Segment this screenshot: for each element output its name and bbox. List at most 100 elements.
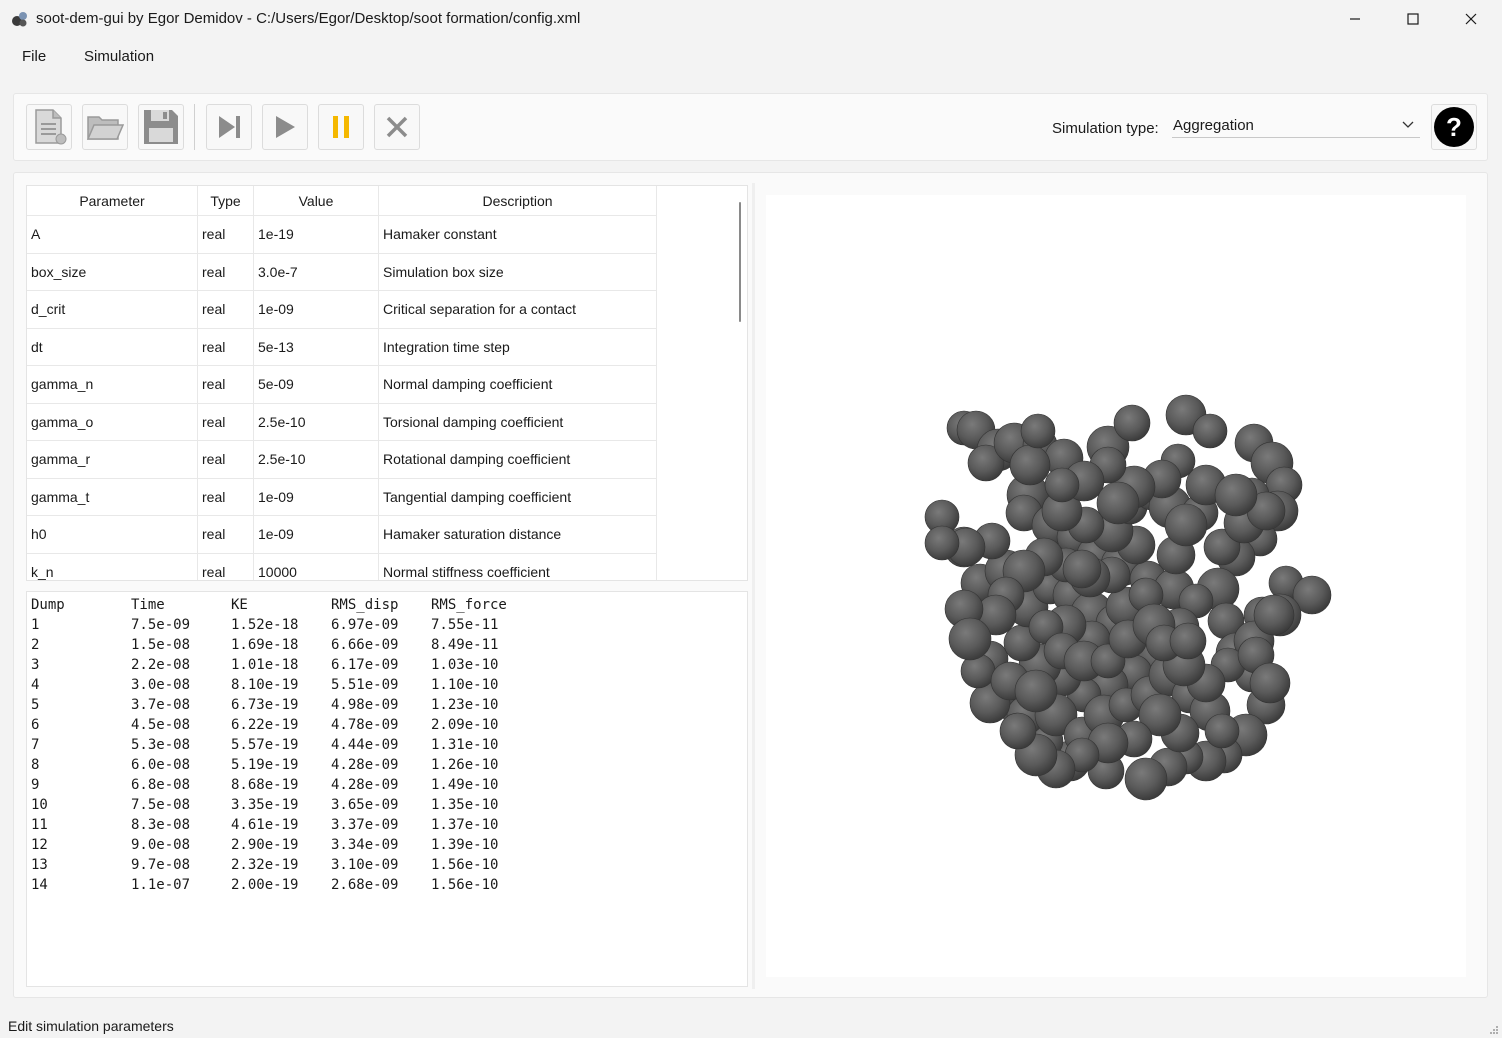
run-simulation-button[interactable] xyxy=(262,104,308,150)
particle-sphere xyxy=(1096,481,1140,525)
stop-simulation-button[interactable] xyxy=(374,104,420,150)
log-cell: 1.69e-18 xyxy=(231,637,299,653)
stop-icon xyxy=(386,116,408,138)
parameter-row[interactable]: d_crit real 1e-09 Critical separation for a… xyxy=(27,291,657,329)
column-header-description[interactable]: Description xyxy=(379,186,657,216)
parameter-cell-description: Critical separation for a contact xyxy=(379,291,657,329)
parameter-cell-description: Rotational damping coefficient xyxy=(379,441,657,479)
menu-file[interactable]: File xyxy=(22,48,46,65)
play-icon xyxy=(276,116,295,138)
log-cell: 3.65e-09 xyxy=(331,797,399,813)
parameter-cell-description: Hamaker saturation distance xyxy=(379,516,657,554)
parameter-cell-type: real xyxy=(198,516,254,554)
particle-aggregate xyxy=(924,394,1332,801)
parameter-row[interactable]: gamma_r real 2.5e-10 Rotational damping coe… xyxy=(27,441,657,479)
parameter-cell-value[interactable]: 1e-19 xyxy=(254,216,379,254)
log-cell: 1.5e-08 xyxy=(131,637,191,653)
step-simulation-button[interactable] xyxy=(206,104,252,150)
particle-sphere xyxy=(1014,669,1058,713)
parameter-cell-parameter: d_crit xyxy=(27,291,198,329)
parameter-row[interactable]: dt real 5e-13 Integration time step xyxy=(27,328,657,366)
parameter-row[interactable]: gamma_t real 1e-09 Tangential damping coeff… xyxy=(27,478,657,516)
close-window-button[interactable] xyxy=(1442,0,1500,38)
log-cell: RMS_force xyxy=(431,597,507,613)
particle-sphere xyxy=(1044,467,1080,503)
pause-simulation-button[interactable] xyxy=(318,104,364,150)
new-config-button[interactable] xyxy=(26,104,72,150)
log-cell: 1.56e-10 xyxy=(431,857,499,873)
log-cell: 5.57e-19 xyxy=(231,737,299,753)
chevron-down-icon xyxy=(1402,121,1414,128)
parameter-cell-description: Torsional damping coefficient xyxy=(379,403,657,441)
particle-sphere xyxy=(999,712,1037,750)
simulation-type-select[interactable]: Aggregation xyxy=(1172,116,1420,138)
minimize-button[interactable] xyxy=(1326,0,1384,38)
parameter-row[interactable]: Areal 1e-19 Hamaker constant xyxy=(27,216,657,254)
toolbar-separator xyxy=(194,104,195,150)
panel-splitter[interactable] xyxy=(752,183,755,989)
parameter-row[interactable]: gamma_o real 2.5e-10 Torsional damping coef… xyxy=(27,403,657,441)
parameter-cell-type: real xyxy=(198,291,254,329)
parameter-table-scrollbar[interactable] xyxy=(739,202,741,322)
log-cell: 12 xyxy=(31,837,48,853)
log-cell: 4.78e-09 xyxy=(331,717,399,733)
particle-viewport[interactable] xyxy=(766,195,1466,977)
parameter-cell-parameter: A xyxy=(27,216,198,254)
parameter-cell-description: Tangential damping coefficient xyxy=(379,478,657,516)
log-cell: 9.0e-08 xyxy=(131,837,191,853)
parameter-table-header: Parameter Type Value Description xyxy=(27,186,657,216)
parameter-cell-type: real xyxy=(198,253,254,291)
log-cell: 2 xyxy=(31,637,40,653)
parameter-row[interactable]: h0 real 1e-09 Hamaker saturation distance xyxy=(27,516,657,554)
parameter-cell-parameter: h0 xyxy=(27,516,198,554)
log-cell: 3.37e-09 xyxy=(331,817,399,833)
parameter-cell-value[interactable]: 1e-09 xyxy=(254,291,379,329)
parameter-cell-value[interactable]: 2.5e-10 xyxy=(254,441,379,479)
parameter-cell-value[interactable]: 3.0e-7 xyxy=(254,253,379,291)
parameter-row[interactable]: k_n real 10000 Normal stiffness coefficient xyxy=(27,553,657,580)
particle-sphere xyxy=(1164,503,1208,547)
parameter-cell-value[interactable]: 1e-09 xyxy=(254,478,379,516)
log-cell: 6.8e-08 xyxy=(131,777,191,793)
log-cell: 8 xyxy=(31,757,40,773)
resize-grip-icon[interactable] xyxy=(1489,1025,1499,1035)
column-header-value[interactable]: Value xyxy=(254,186,379,216)
log-cell: 8.49e-11 xyxy=(431,637,499,653)
log-cell: 10 xyxy=(31,797,48,813)
particle-sphere xyxy=(948,617,992,661)
parameter-cell-type: real xyxy=(198,403,254,441)
log-cell: RMS_disp xyxy=(331,597,399,613)
parameter-table[interactable]: Parameter Type Value Description Areal 1e… xyxy=(26,185,748,581)
particle-sphere xyxy=(1249,662,1291,704)
parameter-cell-description: Normal stiffness coefficient xyxy=(379,553,657,580)
help-button[interactable]: ? xyxy=(1431,104,1477,150)
menu-simulation[interactable]: Simulation xyxy=(84,48,154,65)
parameter-cell-parameter: gamma_o xyxy=(27,403,198,441)
column-header-parameter[interactable]: Parameter xyxy=(27,186,198,216)
save-icon xyxy=(144,110,178,144)
log-cell: 9 xyxy=(31,777,40,793)
parameter-cell-value[interactable]: 2.5e-10 xyxy=(254,403,379,441)
log-cell: 8.68e-19 xyxy=(231,777,299,793)
parameter-row[interactable]: box_size real 3.0e-7 Simulation box size xyxy=(27,253,657,291)
parameter-cell-type: real xyxy=(198,366,254,404)
open-config-button[interactable] xyxy=(82,104,128,150)
log-cell: 2.00e-19 xyxy=(231,877,299,893)
toolbar: Simulation type: Aggregation ? xyxy=(13,93,1488,161)
parameter-cell-value[interactable]: 5e-09 xyxy=(254,366,379,404)
log-cell: 3.34e-09 xyxy=(331,837,399,853)
log-cell: 6.66e-09 xyxy=(331,637,399,653)
log-cell: 2.90e-19 xyxy=(231,837,299,853)
log-cell: 1.31e-10 xyxy=(431,737,499,753)
maximize-button[interactable] xyxy=(1384,0,1442,38)
log-cell: 1.10e-10 xyxy=(431,677,499,693)
parameter-cell-value[interactable]: 1e-09 xyxy=(254,516,379,554)
close-icon xyxy=(1465,13,1477,25)
parameter-cell-value[interactable]: 10000 xyxy=(254,553,379,580)
parameter-cell-value[interactable]: 5e-13 xyxy=(254,328,379,366)
column-header-type[interactable]: Type xyxy=(198,186,254,216)
parameter-row[interactable]: gamma_n real 5e-09 Normal damping coefficie… xyxy=(27,366,657,404)
log-cell: 1 xyxy=(31,617,40,633)
parameter-cell-parameter: gamma_r xyxy=(27,441,198,479)
save-config-button[interactable] xyxy=(138,104,184,150)
